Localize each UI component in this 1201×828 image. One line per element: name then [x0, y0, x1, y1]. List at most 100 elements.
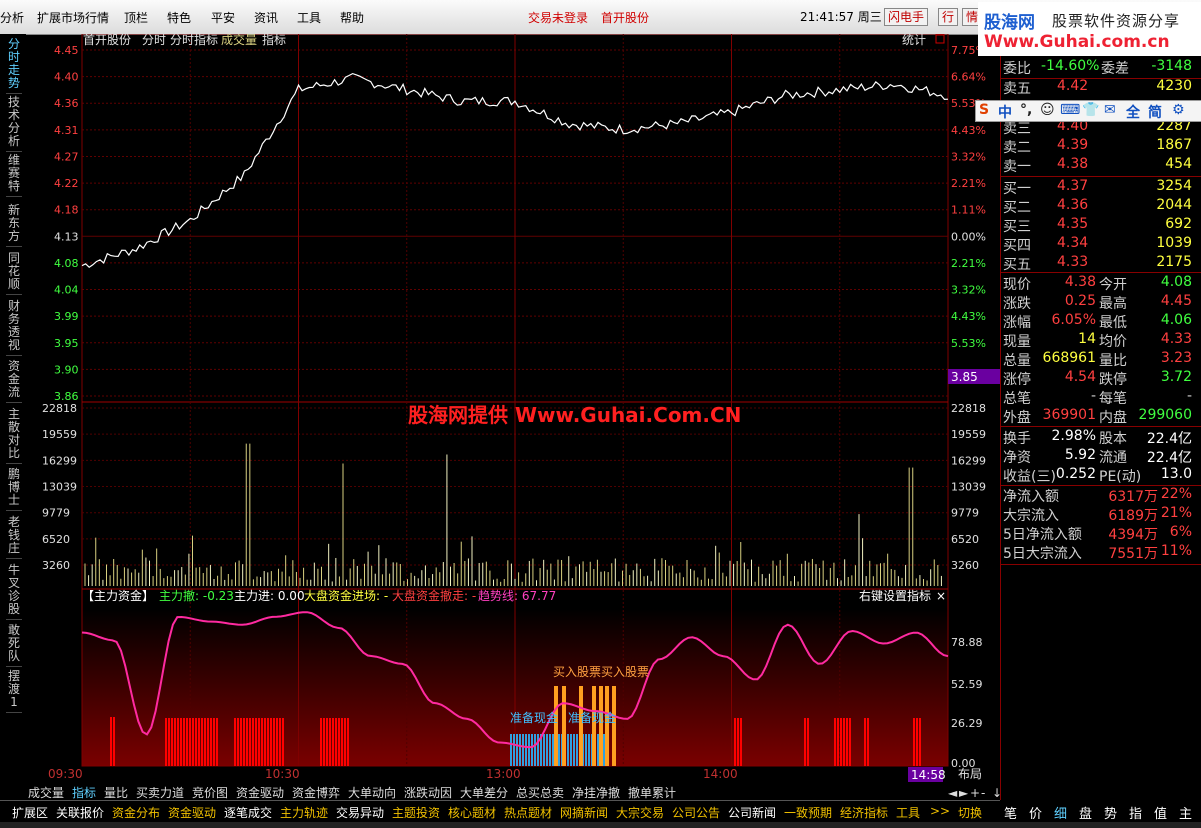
extension-tab[interactable]: 扩展区	[12, 804, 48, 821]
extension-tab[interactable]: 逐笔成交	[224, 804, 272, 821]
ime-lang-icon[interactable]: 中	[998, 102, 1012, 122]
right-panel-tab[interactable]: 势	[1104, 803, 1117, 822]
menu-news[interactable]: 资讯	[254, 9, 278, 26]
quote-button[interactable]: 行	[938, 8, 959, 26]
extension-tab[interactable]: 公司公告	[672, 804, 720, 821]
menu-special[interactable]: 特色	[167, 9, 191, 26]
bottom-tab[interactable]: 撤单累计	[628, 786, 676, 800]
header-intraday[interactable]: 分时	[142, 34, 166, 47]
extension-tab[interactable]: 经济指标	[840, 804, 888, 821]
price-tick-label: 4.27	[54, 150, 79, 163]
tab-finance[interactable]: 财务透视	[6, 300, 22, 356]
extension-tab[interactable]: 大宗交易	[616, 804, 664, 821]
login-status[interactable]: 交易未登录	[528, 9, 588, 26]
indicator-bar	[207, 718, 209, 766]
ime-simplified-icon[interactable]: 简	[1148, 102, 1162, 122]
bottom-tab[interactable]: 大单差分	[460, 786, 508, 800]
tab-capital-flow[interactable]: 资金流	[6, 360, 22, 403]
tab-baidu[interactable]: 摆渡1	[6, 670, 22, 713]
zoom-in-icon[interactable]: +	[970, 786, 980, 800]
tab-weisaite[interactable]: 维赛特	[6, 154, 22, 197]
header-indicator[interactable]: 指标	[262, 34, 286, 47]
indicator-bar	[513, 734, 515, 766]
bottom-tab[interactable]: 买卖力道	[136, 786, 184, 800]
menu-analysis[interactable]: 分析	[0, 9, 24, 26]
header-intraday-indicator[interactable]: 分时指标	[170, 34, 218, 47]
tab-intraday[interactable]: 分时走势	[6, 38, 22, 94]
menu-extended-market[interactable]: 扩展市场行情	[37, 9, 109, 26]
extension-tab[interactable]: 切换	[958, 804, 982, 821]
price-tick-label: 4.18	[54, 204, 79, 217]
nav-down-icon[interactable]: ↓	[992, 786, 1002, 800]
menu-tools[interactable]: 工具	[297, 9, 321, 26]
extension-tab[interactable]: 核心题材	[448, 804, 496, 821]
indicator-close-icon[interactable]: ×	[936, 589, 946, 603]
menu-top-bar[interactable]: 顶栏	[124, 9, 148, 26]
header-volume[interactable]: 成交量	[221, 34, 257, 47]
tab-diagnosis[interactable]: 牛叉诊股	[6, 564, 22, 620]
nav-right-icon[interactable]: ►	[959, 786, 968, 800]
ime-logo-icon[interactable]: S	[979, 102, 989, 118]
layout-button[interactable]: 布局	[958, 767, 982, 781]
extension-tab[interactable]: 一致预期	[784, 804, 832, 821]
extension-tab[interactable]: 公司新闻	[728, 804, 776, 821]
ime-emoji-icon[interactable]: ☺	[1040, 102, 1055, 118]
nav-left-icon[interactable]: ◄	[948, 786, 957, 800]
extension-tab[interactable]: 资金分布	[112, 804, 160, 821]
right-panel-tab[interactable]: 主	[1179, 803, 1192, 822]
bottom-tab[interactable]: 量比	[104, 786, 128, 800]
bottom-tab[interactable]: 资金驱动	[236, 786, 284, 800]
extension-tab[interactable]: 交易异动	[336, 804, 384, 821]
ime-settings-icon[interactable]: ⚙	[1172, 102, 1185, 118]
tab-gansidui[interactable]: 敢死队	[6, 624, 22, 667]
extension-tab[interactable]: 关联报价	[56, 804, 104, 821]
tab-xindongfang[interactable]: 新东方	[6, 204, 22, 247]
tab-tonghuashun[interactable]: 同花顺	[6, 252, 22, 295]
ime-skin-icon[interactable]: 👕	[1082, 102, 1099, 118]
indicator-bar-buy	[612, 686, 616, 766]
bottom-tab[interactable]: 成交量	[28, 786, 64, 800]
indicator-name[interactable]: 【主力资金】	[82, 588, 154, 603]
bottom-tab[interactable]: 资金博弈	[292, 786, 340, 800]
ime-mail-icon[interactable]: ✉	[1104, 102, 1116, 118]
right-panel-tab[interactable]: 值	[1154, 803, 1167, 822]
ime-keyboard-icon[interactable]: ⌨	[1060, 102, 1080, 118]
right-panel-tab[interactable]: 盘	[1079, 803, 1092, 822]
ime-punct-icon[interactable]: °,	[1020, 102, 1032, 118]
statistics-button[interactable]: 统计	[902, 34, 926, 47]
center-watermark: 股海网提供 Www.Guhai.Com.CN	[408, 403, 741, 427]
bottom-tab[interactable]: 净挂净撤	[572, 786, 620, 800]
extension-tab[interactable]: 主题投资	[392, 804, 440, 821]
extension-tab[interactable]: 工具	[896, 804, 920, 821]
chart-restore-icon[interactable]	[935, 34, 945, 44]
intraday-chart[interactable]: 4.45 4.40 4.36 4.31 4.27 4.22 4.18 4.13 4.08 4.04…	[26, 34, 1000, 786]
bottom-tab[interactable]: 涨跌动因	[404, 786, 452, 800]
tab-pengboshi[interactable]: 鹏博士	[6, 468, 22, 511]
extension-tab[interactable]: >>	[930, 804, 950, 818]
menu-help[interactable]: 帮助	[340, 9, 364, 26]
right-panel-tab[interactable]: 笔	[1004, 803, 1017, 822]
extension-tab[interactable]: 网摘新闻	[560, 804, 608, 821]
stat-value-2: 4.45	[1160, 293, 1192, 309]
bottom-tab[interactable]: 指标	[72, 786, 96, 800]
tab-main-retail[interactable]: 主散对比	[6, 408, 22, 464]
chart-area[interactable]: 4.45 4.40 4.36 4.31 4.27 4.22 4.18 4.13 4.08 4.04…	[26, 34, 1000, 786]
bottom-tab[interactable]: 总买总卖	[516, 786, 564, 800]
ime-fullwidth-icon[interactable]: 全	[1126, 102, 1140, 122]
tab-technical[interactable]: 技术分析	[6, 96, 22, 152]
right-panel-tab[interactable]: 细	[1054, 803, 1067, 822]
extension-tab[interactable]: 资金驱动	[168, 804, 216, 821]
bottom-tab[interactable]: 大单动向	[348, 786, 396, 800]
extension-tab[interactable]: 主力轨迹	[280, 804, 328, 821]
flash-trade-button[interactable]: 闪电手	[884, 8, 929, 26]
extension-tab[interactable]: 热点题材	[504, 804, 552, 821]
indicator-setting[interactable]: 右键设置指标	[859, 588, 931, 603]
ime-toolbar[interactable]: S 中 °, ☺ ⌨ 👕 ✉ 全 简 ⚙	[975, 100, 1201, 122]
tab-laoqianzhuang[interactable]: 老钱庄	[6, 516, 22, 559]
bottom-tab[interactable]: 竞价图	[192, 786, 228, 800]
zoom-out-icon[interactable]: -	[981, 786, 985, 800]
pct-tick-label: 2.21%	[951, 177, 986, 190]
menu-pingan[interactable]: 平安	[211, 9, 235, 26]
right-panel-tab[interactable]: 指	[1129, 803, 1142, 822]
right-panel-tab[interactable]: 价	[1029, 803, 1042, 822]
